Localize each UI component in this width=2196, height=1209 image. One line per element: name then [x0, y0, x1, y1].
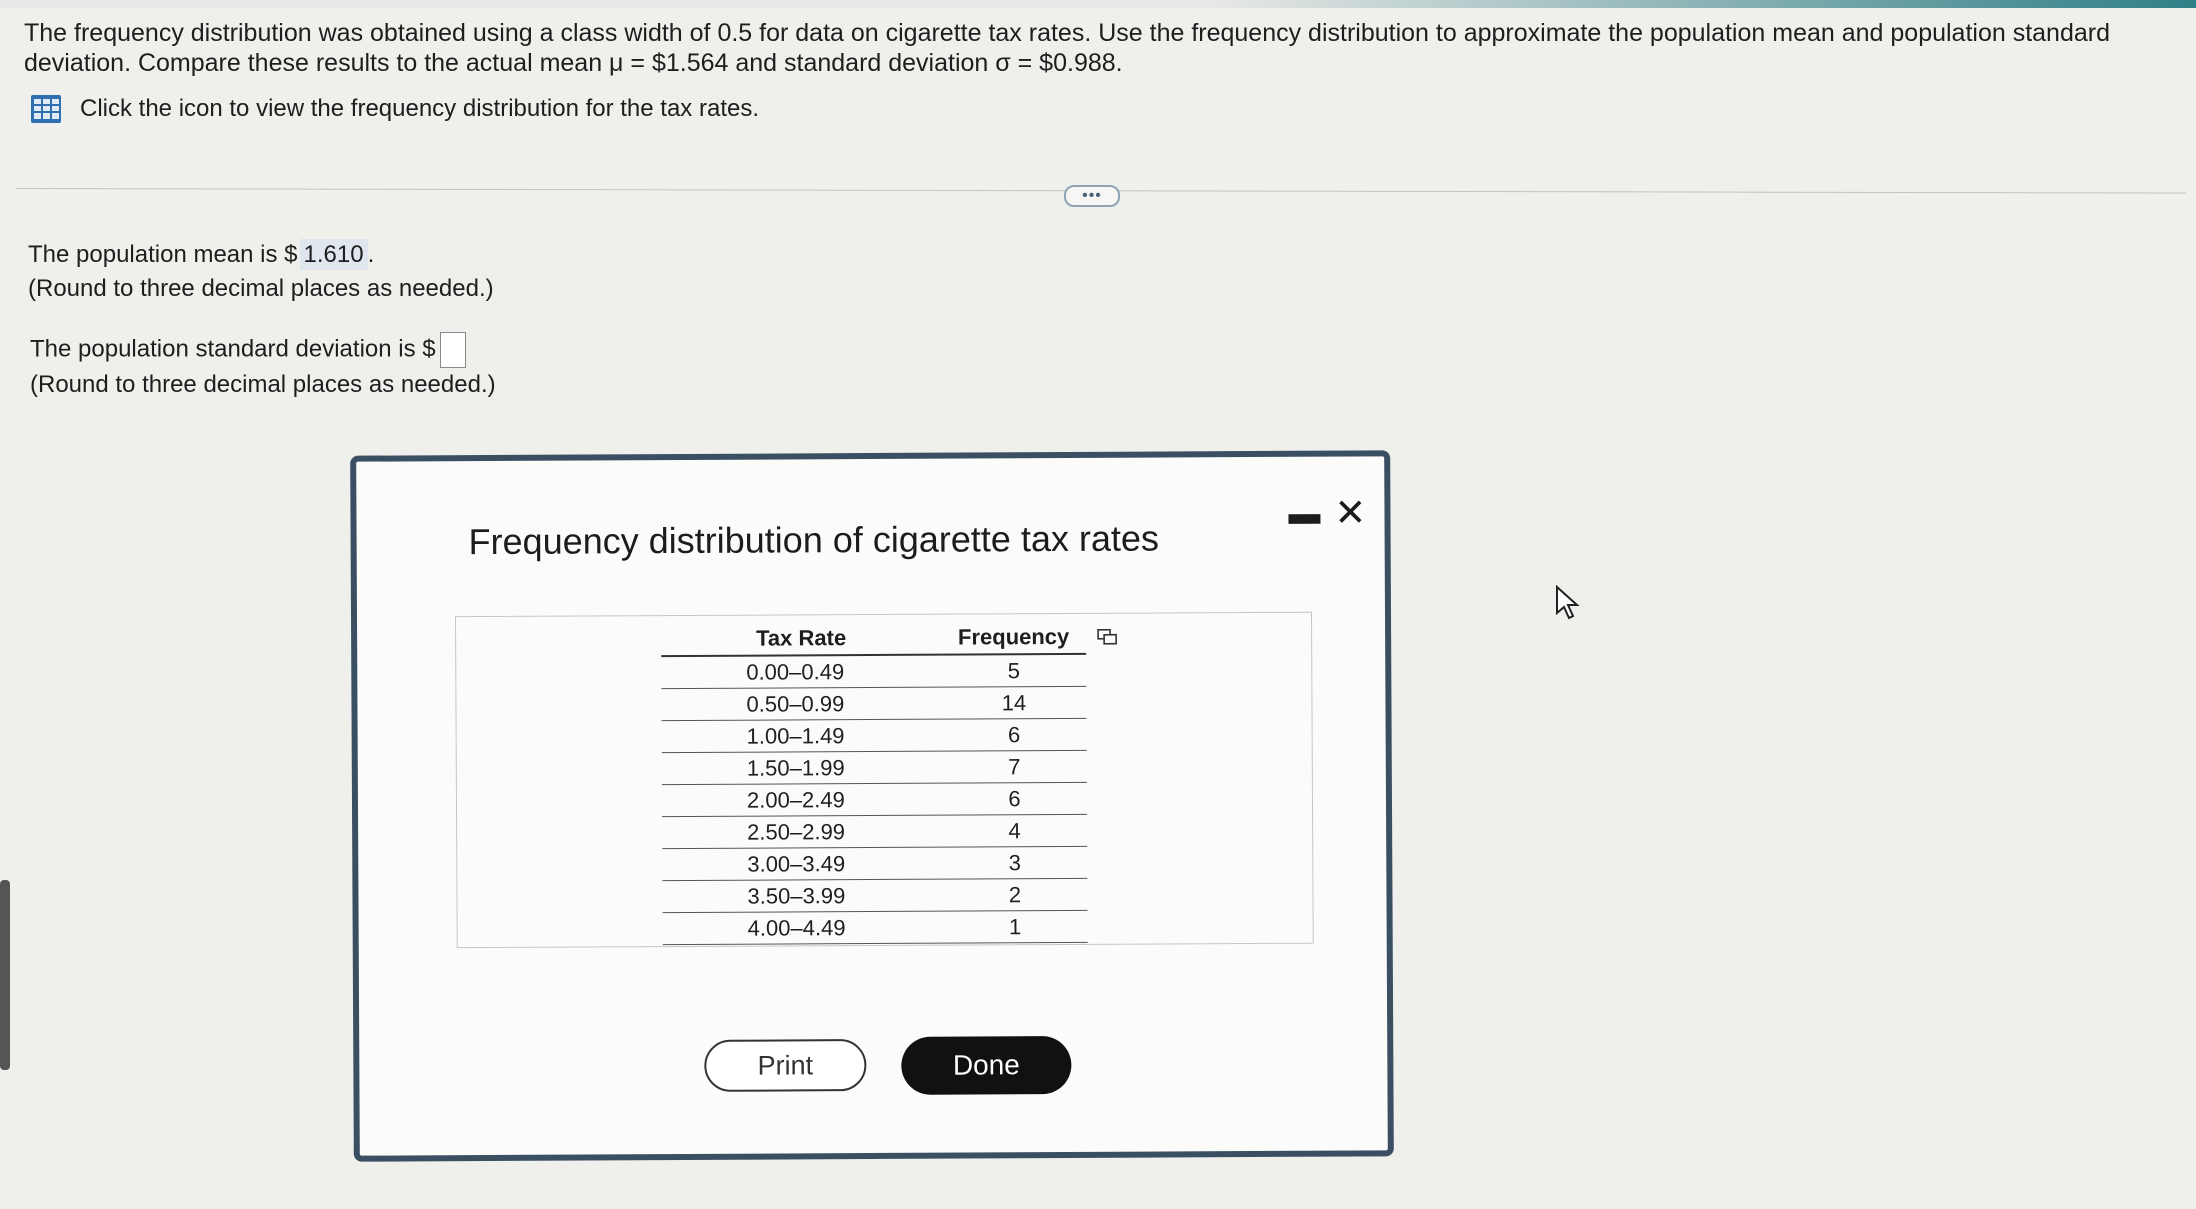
- table-row: 4.00–4.49 1: [662, 910, 1088, 945]
- table-row: 1.50–1.99 7: [661, 750, 1087, 785]
- frequency-cell: 7: [941, 750, 1087, 784]
- table-row: 0.50–0.99 14: [661, 686, 1087, 721]
- sd-input[interactable]: [439, 332, 466, 368]
- tax-rate-cell: 2.50–2.99: [747, 818, 846, 845]
- tax-rate-cell: 0.00–0.49: [746, 658, 845, 685]
- tax-rate-cell: 1.00–1.49: [746, 722, 845, 749]
- scrollbar-edge[interactable]: [0, 880, 10, 1070]
- table-row: 2.50–2.99 4: [662, 814, 1088, 849]
- table-grid-icon[interactable]: [30, 94, 62, 124]
- sd-line: The population standard deviation is $: [30, 332, 496, 368]
- frequency-cell: 1: [942, 910, 1088, 944]
- mean-input[interactable]: 1.610: [299, 239, 368, 270]
- table-row: 2.00–2.49 6: [661, 782, 1088, 817]
- table-frame: Tax Rate Frequency 0.00–0.49 5 0.50–0.99 1…: [455, 611, 1314, 949]
- close-icon[interactable]: ✕: [1334, 490, 1366, 535]
- minimize-icon[interactable]: ▬: [1288, 495, 1320, 532]
- table-row: 0.00–0.49 5: [661, 653, 1087, 689]
- frequency-table: Tax Rate Frequency 0.00–0.49 5 0.50–0.99 1…: [661, 621, 1088, 945]
- mean-rounding-note: (Round to three decimal places as needed…: [28, 275, 494, 302]
- tax-rate-cell: 0.50–0.99: [746, 690, 845, 717]
- dialog-title: Frequency distribution of cigarette tax …: [468, 517, 1160, 563]
- frequency-cell: 6: [941, 782, 1088, 816]
- top-accent-strip: [0, 0, 2196, 8]
- frequency-cell: 4: [942, 814, 1088, 848]
- tax-rate-cell: 3.00–3.49: [747, 850, 846, 877]
- tax-rate-cell: 4.00–4.49: [747, 914, 846, 941]
- mean-prefix: The population mean is $: [28, 241, 298, 268]
- frequency-cell: 3: [942, 846, 1088, 880]
- frequency-cell: 2: [942, 878, 1088, 912]
- table-row: 1.00–1.49 6: [661, 718, 1087, 753]
- expand-more-button[interactable]: •••: [1064, 185, 1120, 207]
- mean-answer-block: The population mean is $1.610. (Round to…: [28, 238, 494, 306]
- tax-rate-cell: 2.00–2.49: [746, 786, 845, 813]
- table-row: 3.50–3.99 2: [662, 878, 1088, 913]
- header-tax-rate: Tax Rate: [661, 622, 942, 657]
- table-header-row: Tax Rate Frequency: [661, 621, 1087, 657]
- tax-rate-cell: 1.50–1.99: [746, 754, 845, 781]
- hint-text[interactable]: Click the icon to view the frequency dis…: [80, 95, 759, 123]
- question-line: The frequency distribution was obtained …: [24, 19, 2110, 77]
- frequency-dialog: Frequency distribution of cigarette tax …: [350, 450, 1394, 1162]
- frequency-cell: 5: [941, 653, 1087, 688]
- view-distribution-row[interactable]: Click the icon to view the frequency dis…: [30, 94, 759, 124]
- done-button[interactable]: Done: [901, 1035, 1072, 1095]
- mouse-pointer-icon: [1556, 585, 1580, 620]
- tax-rate-cell: 3.50–3.99: [747, 882, 846, 909]
- table-row: 3.00–3.49 3: [662, 846, 1088, 881]
- sd-prefix: The population standard deviation is $: [30, 335, 436, 363]
- mean-line: The population mean is $1.610.: [28, 238, 494, 272]
- frequency-cell: 6: [941, 718, 1087, 752]
- sd-rounding-note: (Round to three decimal places as needed…: [30, 371, 496, 398]
- sd-answer-block: The population standard deviation is $ (…: [30, 332, 496, 402]
- frequency-cell: 14: [941, 686, 1087, 720]
- header-frequency: Frequency: [941, 621, 1087, 655]
- print-button[interactable]: Print: [704, 1039, 867, 1092]
- question-text: The frequency distribution was obtained …: [24, 18, 2164, 78]
- mean-suffix: .: [367, 241, 375, 268]
- copy-to-clipboard-icon[interactable]: [1096, 628, 1118, 646]
